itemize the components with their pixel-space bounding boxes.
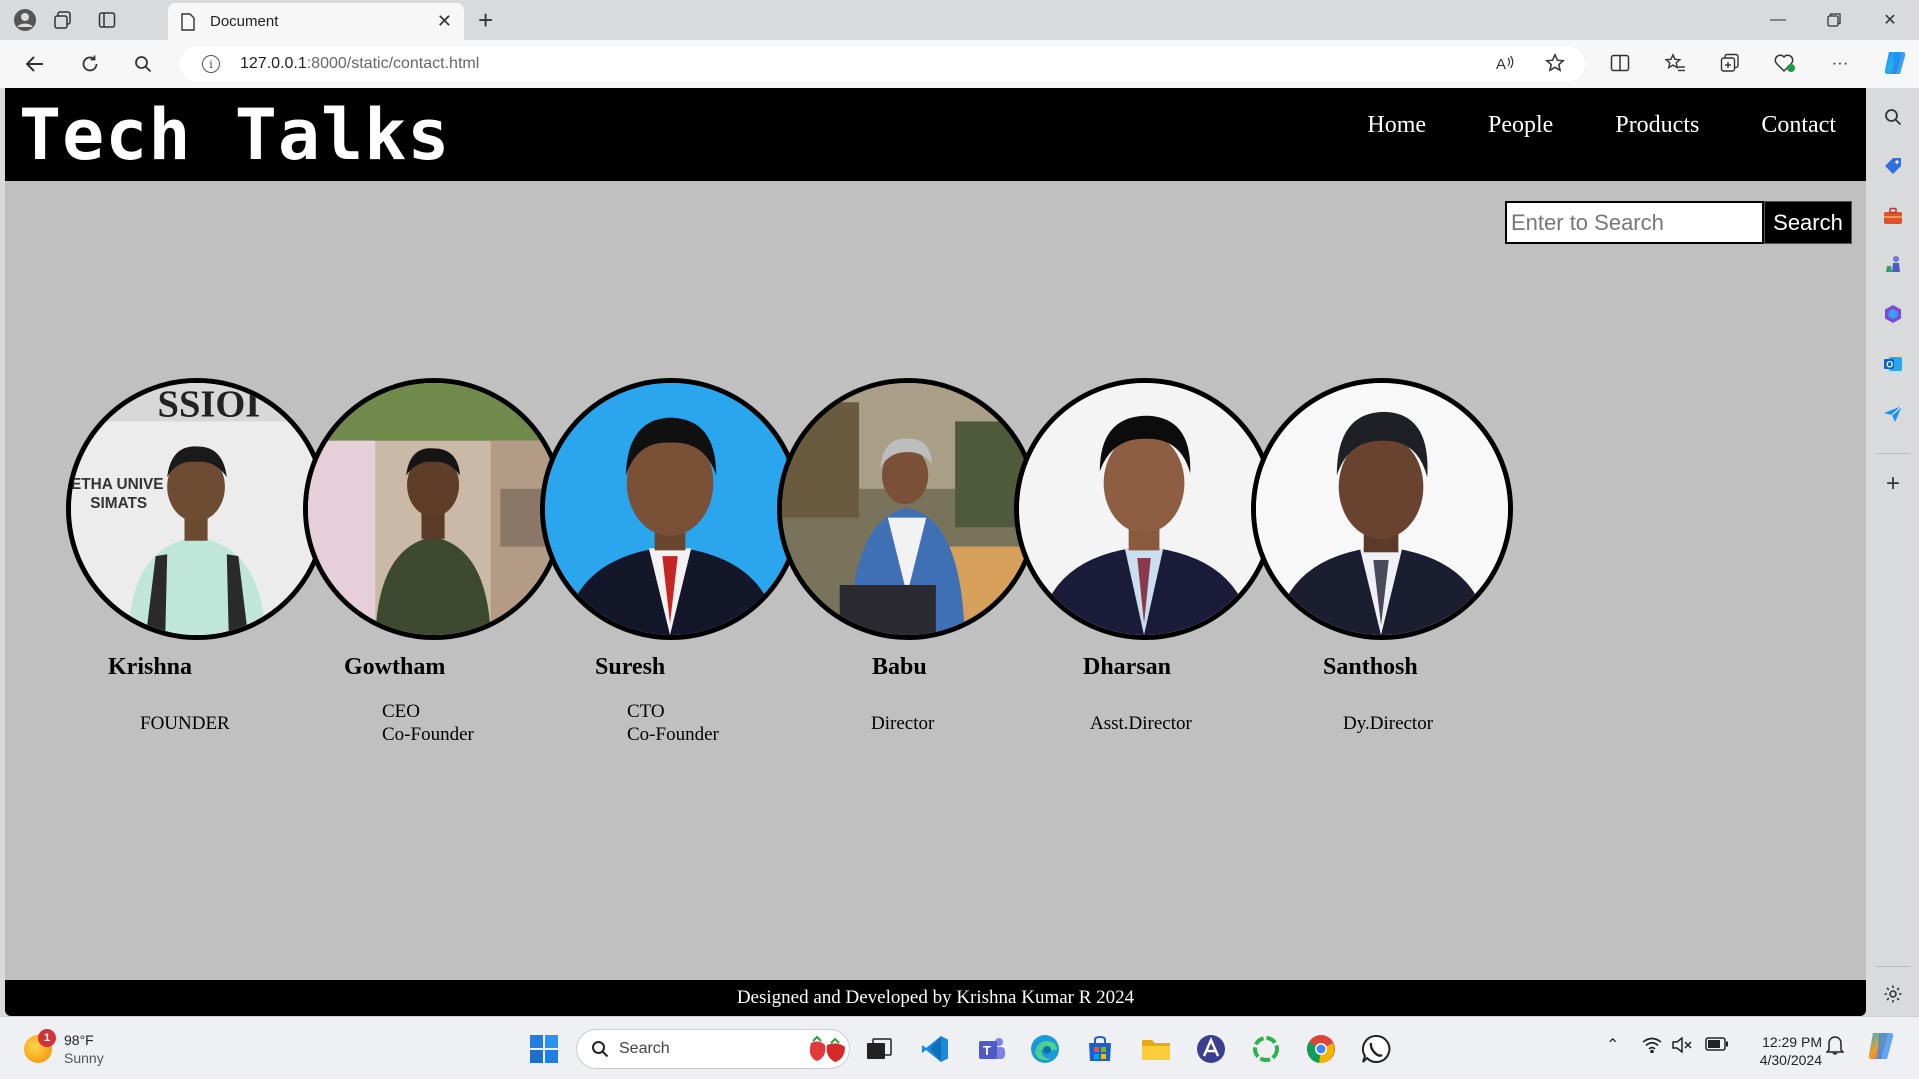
outlook-icon[interactable]: O <box>1880 351 1906 377</box>
refresh-icon[interactable] <box>75 50 105 78</box>
file-explorer-icon[interactable] <box>1138 1031 1174 1067</box>
taskbar-search[interactable]: Search <box>576 1029 850 1069</box>
clock-time: 12:29 PM <box>1762 1034 1822 1050</box>
weather-widget[interactable]: 1 98°F Sunny <box>24 1029 104 1067</box>
sidebar-settings-gear-icon[interactable] <box>1880 981 1906 1007</box>
svg-text:O: O <box>1886 360 1893 370</box>
tab-title: Document <box>210 13 279 30</box>
favorites-icon[interactable] <box>1660 48 1690 78</box>
person-name: Dharsan <box>1083 654 1172 680</box>
app-ring-icon[interactable] <box>1248 1031 1284 1067</box>
site-footer: Designed and Developed by Krishna Kumar … <box>5 980 1866 1016</box>
clock-date: 4/30/2024 <box>1759 1052 1822 1068</box>
send-drop-icon[interactable] <box>1880 401 1906 427</box>
new-tab-icon[interactable]: + <box>478 7 493 33</box>
tools-briefcase-icon[interactable] <box>1880 203 1906 229</box>
svg-text:A: A <box>1496 56 1506 72</box>
task-view-icon[interactable] <box>861 1031 897 1067</box>
windows-taskbar: 1 98°F Sunny Search T ⌃ 12:29 PM 4/30/20… <box>0 1016 1919 1079</box>
browser-tab-bar: Document ✕ + — ✕ <box>0 0 1919 40</box>
vscode-icon[interactable] <box>917 1031 953 1067</box>
person-role: Asst.Director <box>1090 713 1192 734</box>
svg-text:T: T <box>983 1043 991 1058</box>
back-icon[interactable] <box>20 50 50 78</box>
edge-sidebar: O + <box>1866 88 1919 1016</box>
page-viewport: Tech Talks Home People Products Contact … <box>5 88 1866 1016</box>
person-role: Director <box>871 713 935 734</box>
system-clock[interactable]: 12:29 PM 4/30/2024 <box>1744 1033 1822 1069</box>
sidebar-search-icon[interactable] <box>1880 104 1906 130</box>
chrome-icon[interactable] <box>1303 1031 1339 1067</box>
app-triangle-icon[interactable] <box>1193 1031 1229 1067</box>
sidebar-divider <box>1876 453 1910 454</box>
sun-icon: 1 <box>24 1029 56 1063</box>
favorite-star-icon[interactable] <box>1540 48 1570 78</box>
browser-essentials-icon[interactable] <box>1770 48 1800 78</box>
person-name: Babu <box>872 654 927 680</box>
person-name: Gowtham <box>344 654 446 680</box>
copilot-icon[interactable] <box>1878 46 1912 80</box>
add-sidebar-app-icon[interactable]: + <box>1880 470 1906 497</box>
notification-badge: 1 <box>38 1029 56 1047</box>
show-hidden-icons-icon[interactable]: ⌃ <box>1606 1035 1619 1055</box>
microsoft-store-icon[interactable] <box>1082 1031 1118 1067</box>
person-role: Dy.Director <box>1343 713 1434 734</box>
minimize-icon[interactable]: — <box>1758 6 1798 34</box>
split-screen-icon[interactable] <box>1605 48 1635 78</box>
read-aloud-icon[interactable]: A <box>1490 48 1520 78</box>
weather-temp: 98°F <box>64 1032 94 1048</box>
taskbar-search-label: Search <box>619 1040 670 1057</box>
battery-icon[interactable] <box>1705 1037 1729 1054</box>
more-options-icon[interactable]: ··· <box>1825 48 1855 78</box>
avatar-gowtham <box>303 378 565 640</box>
person-name: Krishna <box>108 654 193 680</box>
footer-text: Designed and Developed by Krishna Kumar … <box>736 987 1135 1008</box>
avatar-suresh <box>540 378 802 640</box>
browser-address-bar: i 127.0.0.1 :8000/static/contact.html A … <box>0 40 1919 88</box>
copilot-taskbar-icon[interactable] <box>1864 1029 1898 1066</box>
shopping-tag-icon[interactable] <box>1880 153 1906 179</box>
document-icon <box>181 12 195 31</box>
teams-icon[interactable]: T <box>974 1031 1010 1067</box>
tab-actions-icon[interactable] <box>92 6 122 34</box>
person-role: CTO Co-Founder <box>627 701 719 745</box>
avatar-dharsan <box>1014 378 1276 640</box>
site-info-icon[interactable]: i <box>202 55 220 73</box>
sidebar-divider <box>1876 966 1910 967</box>
url-field[interactable]: i 127.0.0.1 :8000/static/contact.html <box>180 46 1585 82</box>
photo-banner-text: ETHA UNIVE <box>71 476 164 493</box>
photo-banner-text: SSIOI <box>158 384 261 426</box>
strawberry-icon <box>809 1035 845 1062</box>
weather-condition: Sunny <box>64 1050 104 1066</box>
wifi-icon[interactable] <box>1642 1037 1662 1056</box>
close-window-icon[interactable]: ✕ <box>1870 6 1910 34</box>
url-path: :8000/static/contact.html <box>306 55 480 72</box>
volume-muted-icon[interactable] <box>1672 1036 1692 1056</box>
collections-icon[interactable] <box>1715 48 1745 78</box>
avatar-santhosh <box>1251 378 1513 640</box>
games-chess-icon[interactable] <box>1880 251 1906 277</box>
avatar-babu <box>777 378 1039 640</box>
people-section: SSIOI ETHA UNIVE SIMATS Krishna Gowtham … <box>5 88 1866 988</box>
person-name: Santhosh <box>1323 654 1418 680</box>
person-name: Suresh <box>595 654 666 680</box>
avatar-krishna: SSIOI ETHA UNIVE SIMATS <box>66 378 328 640</box>
restore-icon[interactable] <box>1814 6 1854 34</box>
taskbar-search-icon <box>592 1041 609 1058</box>
search-icon[interactable] <box>128 50 158 78</box>
person-role: CEO Co-Founder <box>382 701 474 745</box>
person-role: FOUNDER <box>140 713 230 734</box>
start-windows-icon[interactable] <box>526 1031 562 1067</box>
whatsapp-icon[interactable] <box>1358 1031 1394 1067</box>
microsoft-365-icon[interactable] <box>1880 301 1906 327</box>
profile-icon[interactable] <box>10 6 40 34</box>
edge-browser-icon[interactable] <box>1027 1031 1063 1067</box>
tab-document[interactable]: Document ✕ <box>168 3 464 40</box>
photo-banner-text: SIMATS <box>90 495 147 512</box>
notifications-bell-icon[interactable] <box>1825 1035 1845 1058</box>
url-host: 127.0.0.1 <box>240 55 307 72</box>
workspaces-icon[interactable] <box>48 6 78 34</box>
close-tab-icon[interactable]: ✕ <box>437 11 452 32</box>
